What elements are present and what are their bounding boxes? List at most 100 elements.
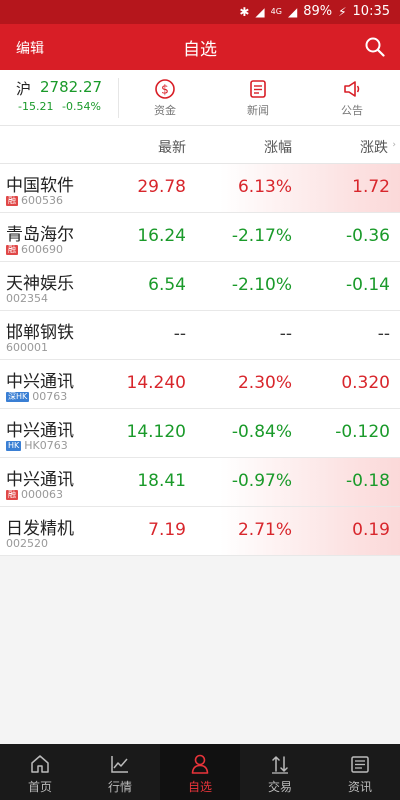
tab-label: 交易 <box>267 780 292 794</box>
stock-change-pct: -2.10% <box>231 275 292 295</box>
tab-home[interactable]: 首页 <box>0 744 80 800</box>
watchlist: 中国软件 融 600536 29.78 6.13% 1.72 青岛海尔 融 60… <box>0 164 400 556</box>
battery-level: 89% <box>303 4 333 19</box>
stock-name: 中兴通讯 <box>6 470 74 490</box>
status-bar: ✱ ◢ 4G ◢ 89% ⚡ 10:35 <box>0 0 400 24</box>
stock-price: 16.24 <box>137 226 186 246</box>
stock-name: 日发精机 <box>6 519 74 539</box>
index-percent: -0.54% <box>62 100 101 113</box>
bottom-tab-bar: 首页 行情 自选 交易 资讯 <box>0 744 400 800</box>
stock-code-line: 融 600690 <box>6 243 63 256</box>
scroll-right-icon: › <box>392 140 396 150</box>
tab-label: 首页 <box>27 780 52 794</box>
stock-change-amt: 0.320 <box>341 373 390 393</box>
stock-row[interactable]: 中兴通讯 深HK 00763 14.240 2.30% 0.320 <box>0 360 400 409</box>
stock-change-amt: -0.36 <box>346 226 390 246</box>
search-icon[interactable] <box>364 36 386 58</box>
stock-price: 29.78 <box>137 177 186 197</box>
stock-change-pct: 6.13% <box>237 177 292 197</box>
tab-label: 资讯 <box>347 780 372 794</box>
stock-row[interactable]: 邯郸钢铁 600001 -- -- -- <box>0 311 400 360</box>
tab-info[interactable]: 资讯 <box>320 744 400 800</box>
divider <box>118 78 119 118</box>
quick-link-funds[interactable]: $ 资金 <box>135 78 195 118</box>
news-icon <box>250 80 266 98</box>
stock-change-pct: 2.30% <box>237 373 292 393</box>
stock-name: 中国软件 <box>6 176 74 196</box>
stock-code: 600690 <box>21 243 63 256</box>
charging-icon: ⚡ <box>338 4 347 19</box>
column-change-pct[interactable]: 涨幅 <box>264 137 292 157</box>
column-change-amt[interactable]: 涨跌 <box>360 137 388 157</box>
stock-code-line: 融 600536 <box>6 194 63 207</box>
stock-price: 7.19 <box>148 520 186 540</box>
stock-code: 600001 <box>6 341 48 354</box>
announcement-icon <box>344 81 360 97</box>
stock-change-pct: 2.71% <box>237 520 292 540</box>
stock-change-pct: -0.97% <box>231 471 292 491</box>
info-icon <box>351 756 369 773</box>
stock-code: 600536 <box>21 194 63 207</box>
tab-market[interactable]: 行情 <box>80 744 160 800</box>
stock-code-line: 002520 <box>6 537 48 550</box>
stock-code-line: 融 000063 <box>6 488 63 501</box>
wifi-signal-icon: ◢ <box>287 4 298 19</box>
stock-row[interactable]: 青岛海尔 融 600690 16.24 -2.17% -0.36 <box>0 213 400 262</box>
home-icon <box>31 755 49 773</box>
money-icon: $ <box>155 79 175 99</box>
stock-row[interactable]: 中兴通讯 融 000063 18.41 -0.97% -0.18 <box>0 458 400 507</box>
stock-code-line: HK HK0763 <box>6 439 68 452</box>
stock-row[interactable]: 中国软件 融 600536 29.78 6.13% 1.72 <box>0 164 400 213</box>
stock-change-amt: -- <box>377 324 390 344</box>
status-icons: ✱ ◢ 4G ◢ 89% ⚡ 10:35 <box>239 4 390 19</box>
stock-change-pct: -- <box>279 324 292 344</box>
index-value: 2782.27 <box>40 78 103 96</box>
stock-code-line: 002354 <box>6 292 48 305</box>
stock-price: 14.240 <box>126 373 186 393</box>
index-summary[interactable]: 沪 2782.27 -15.21 -0.54% $ 资金 新闻 公告 <box>0 70 400 126</box>
hk-tag: HK <box>6 440 22 451</box>
stock-code: 002520 <box>6 537 48 550</box>
stock-row[interactable]: 日发精机 002520 7.19 2.71% 0.19 <box>0 507 400 556</box>
trade-icon <box>272 756 288 774</box>
market-chart-icon <box>111 756 128 773</box>
stock-change-pct: -0.84% <box>231 422 292 442</box>
margin-tag: 融 <box>6 244 18 255</box>
quick-link-news[interactable]: 新闻 <box>228 78 288 118</box>
stock-price: 14.120 <box>126 422 186 442</box>
quick-link-label: 公告 <box>341 104 363 117</box>
tab-trade[interactable]: 交易 <box>240 744 320 800</box>
margin-tag: 融 <box>6 195 18 206</box>
stock-row[interactable]: 天神娱乐 002354 6.54 -2.10% -0.14 <box>0 262 400 311</box>
stock-row[interactable]: 中兴通讯 HK HK0763 14.120 -0.84% -0.120 <box>0 409 400 458</box>
tab-label: 行情 <box>107 780 132 794</box>
stock-change-amt: 1.72 <box>352 177 390 197</box>
stock-change-amt: -0.120 <box>335 422 390 442</box>
signal-icon: ◢ <box>255 4 265 19</box>
stock-name: 天神娱乐 <box>6 274 74 294</box>
tab-watchlist[interactable]: 自选 <box>160 744 240 800</box>
stock-code: 002354 <box>6 292 48 305</box>
stock-code: 00763 <box>32 390 68 403</box>
bluetooth-icon: ✱ <box>239 4 250 19</box>
stock-change-amt: 0.19 <box>352 520 390 540</box>
stock-change-amt: -0.14 <box>346 275 390 295</box>
shenzhen-hk-tag: 深HK <box>6 391 30 402</box>
stock-code-line: 600001 <box>6 341 48 354</box>
tab-label: 自选 <box>187 780 212 794</box>
page-title: 自选 <box>183 40 217 60</box>
market-label: 沪 <box>16 80 32 98</box>
stock-price: 6.54 <box>148 275 186 295</box>
lte-icon: 4G <box>270 7 282 16</box>
stock-change-pct: -2.17% <box>231 226 292 246</box>
stock-change-amt: -0.18 <box>346 471 390 491</box>
column-header: 最新 涨幅 涨跌 › <box>0 126 400 164</box>
quick-link-label: 资金 <box>154 104 176 117</box>
margin-tag: 融 <box>6 489 18 500</box>
watchlist-icon <box>191 754 209 774</box>
stock-code-line: 深HK 00763 <box>6 390 67 403</box>
column-latest[interactable]: 最新 <box>158 137 186 157</box>
index-change: -15.21 <box>18 100 54 113</box>
stock-name: 中兴通讯 <box>6 372 74 392</box>
quick-link-announcement[interactable]: 公告 <box>322 78 382 118</box>
